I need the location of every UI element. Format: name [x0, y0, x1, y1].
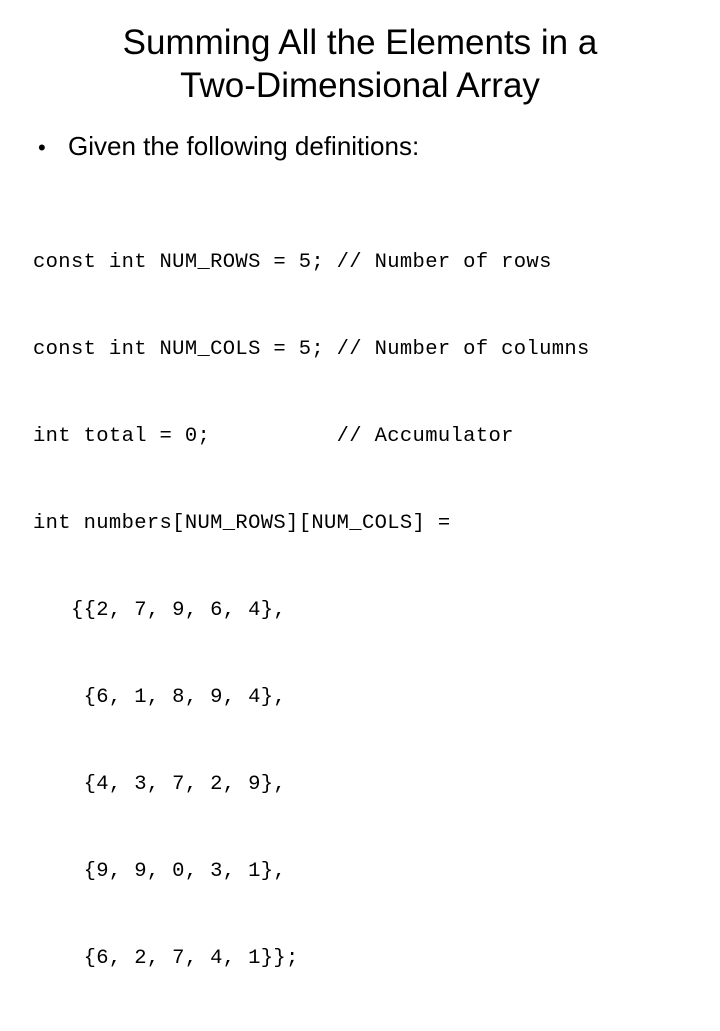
bullet-list: • Given the following definitions: [38, 130, 698, 164]
page-title: Summing All the Elements in a Two-Dimens… [0, 21, 720, 107]
code-block: const int NUM_ROWS = 5; // Number of row… [33, 190, 703, 1031]
code-line-5: {{2, 7, 9, 6, 4}, [33, 599, 287, 622]
code-line-2: const int NUM_COLS = 5; // Number of col… [33, 338, 590, 361]
code-line-9: {6, 2, 7, 4, 1}}; [33, 947, 299, 970]
code-line-6: {6, 1, 8, 9, 4}, [33, 686, 287, 709]
code-line-3: int total = 0; // Accumulator [33, 425, 514, 448]
code-line-4: int numbers[NUM_ROWS][NUM_COLS] = [33, 512, 451, 535]
page-title-line-2: Two-Dimensional Array [180, 66, 540, 105]
code-line-7: {4, 3, 7, 2, 9}, [33, 773, 287, 796]
slide-canvas: Summing All the Elements in a Two-Dimens… [0, 0, 720, 970]
list-item: • Given the following definitions: [38, 130, 698, 164]
code-line-1: const int NUM_ROWS = 5; // Number of row… [33, 251, 552, 274]
page-title-line-1: Summing All the Elements in a [122, 23, 598, 62]
code-line-8: {9, 9, 0, 3, 1}, [33, 860, 287, 883]
bullet-point-icon: • [38, 135, 46, 160]
bullet-item-label: Given the following definitions: [68, 131, 420, 161]
